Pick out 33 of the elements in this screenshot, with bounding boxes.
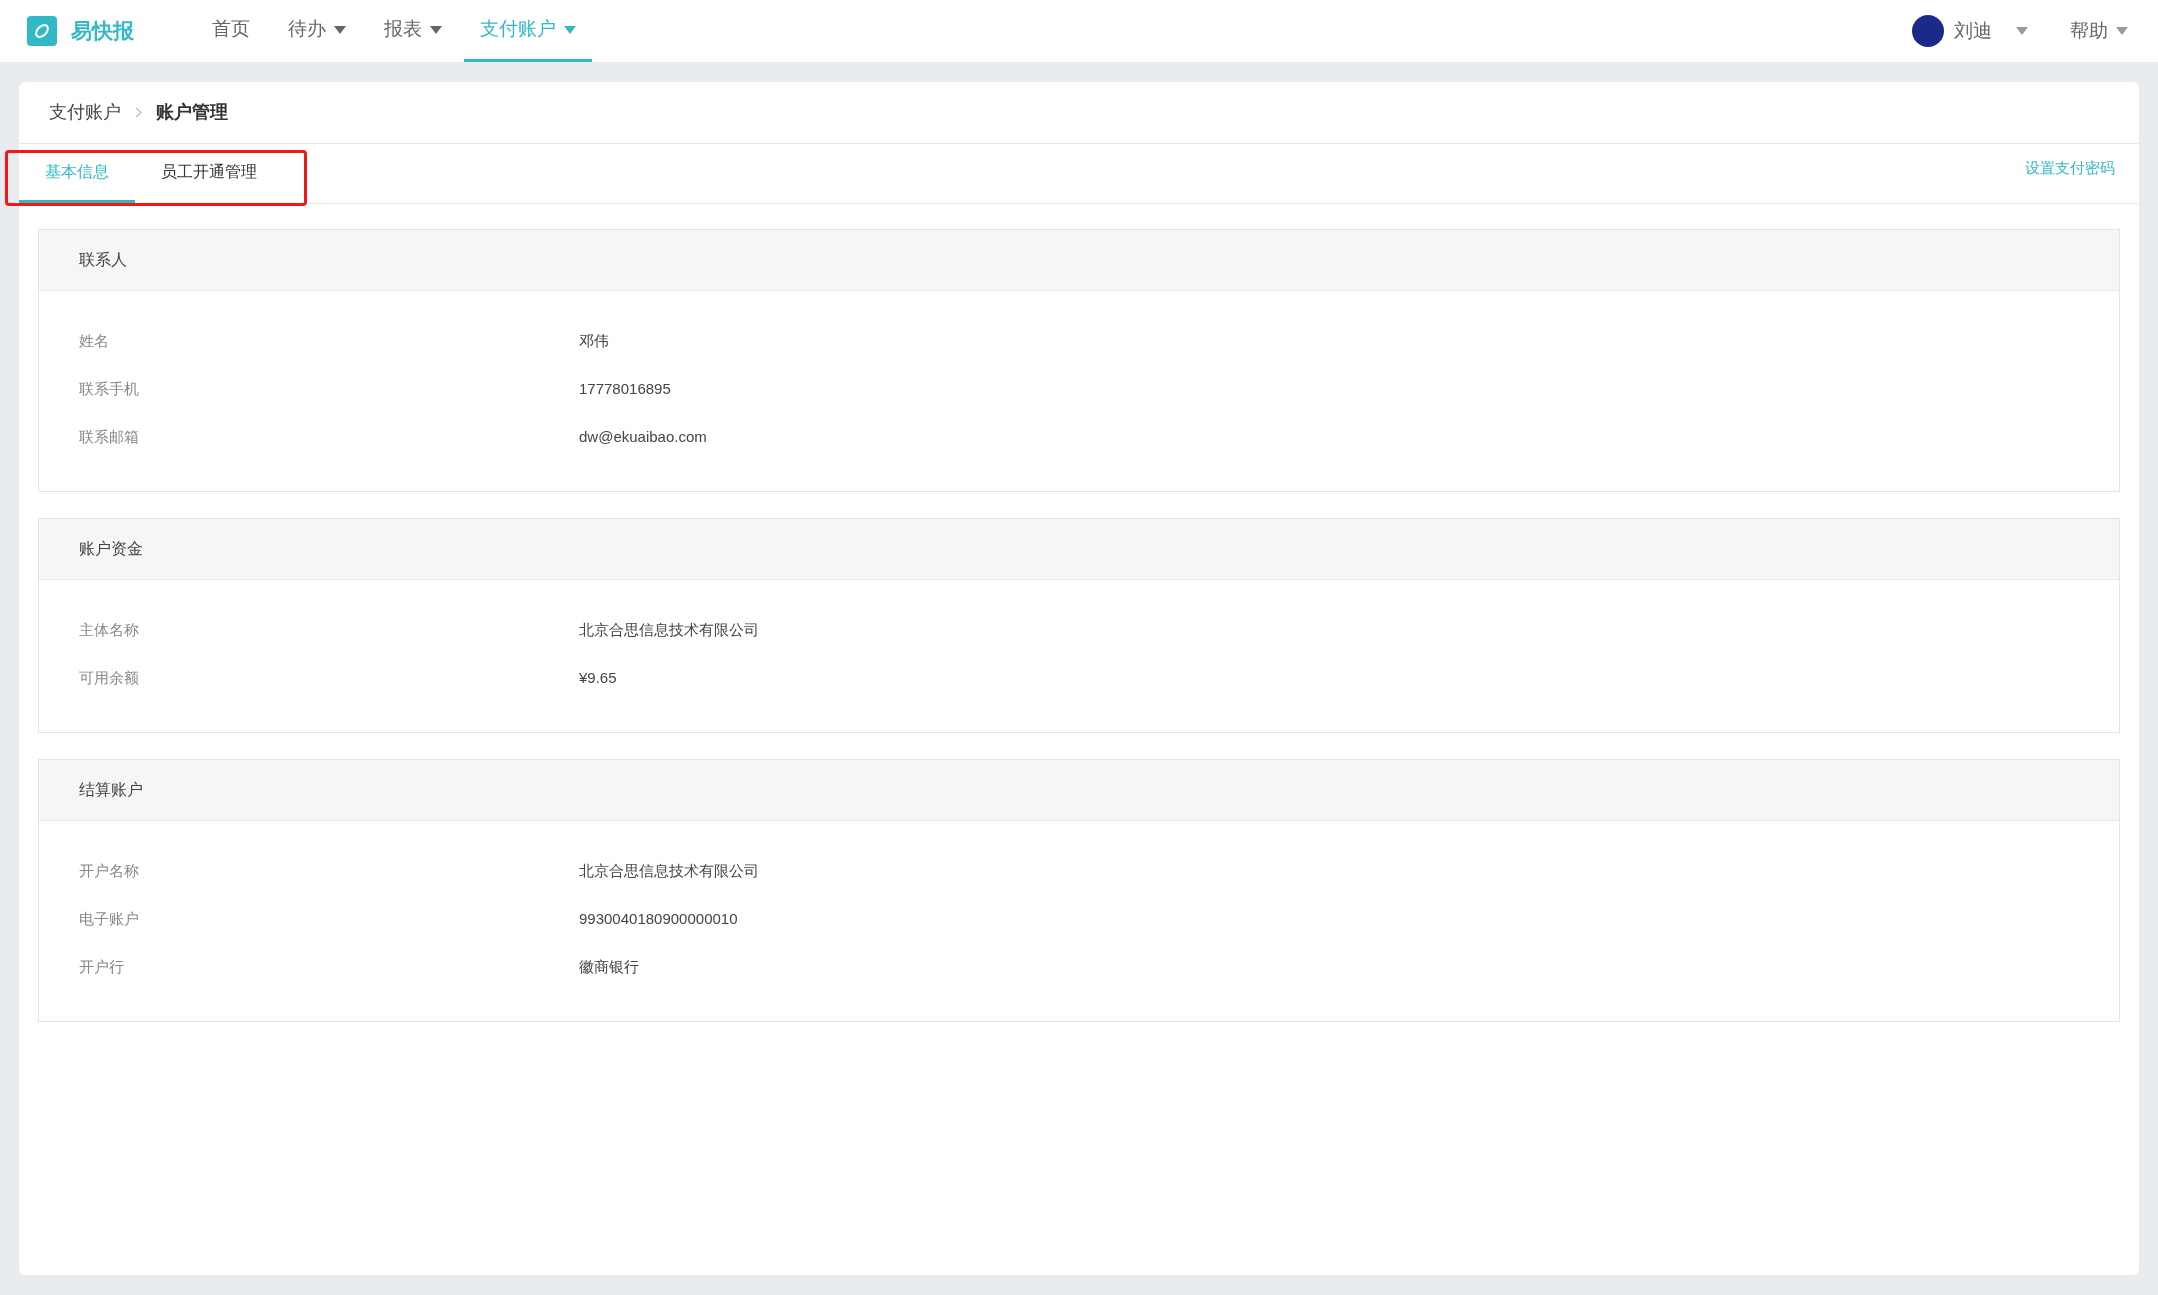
tab[interactable]: 员工开通管理	[135, 144, 283, 203]
field-value: 北京合思信息技术有限公司	[579, 860, 759, 881]
logo-icon	[27, 16, 57, 46]
user-menu[interactable]: 刘迪	[1954, 16, 2028, 46]
help-menu[interactable]: 帮助	[2070, 16, 2128, 46]
field-label: 可用余额	[78, 667, 140, 688]
field-label: 姓名	[78, 330, 110, 351]
field-label: 开户行	[78, 956, 125, 977]
field-value: 邓伟	[579, 330, 609, 351]
field-label: 开户名称	[78, 860, 140, 881]
field-value: 17778016895	[579, 378, 671, 399]
nav-tab[interactable]: 报表	[368, 0, 458, 62]
caret-icon	[2116, 27, 2128, 35]
field-value: 9930040180900000010	[579, 908, 738, 929]
breadcrumb-link[interactable]: 支付账户	[49, 99, 121, 126]
field-label: 联系手机	[78, 378, 140, 399]
field-value: dw@ekuaibao.com	[579, 426, 707, 447]
field-value: ¥9.65	[579, 667, 617, 688]
field-label: 联系邮箱	[78, 426, 140, 447]
section-title: 联系人	[79, 250, 127, 270]
nav-tab[interactable]: 首页	[196, 0, 266, 62]
logo-text: 易快报	[71, 18, 134, 45]
section-title: 账户资金	[79, 539, 143, 559]
avatar[interactable]	[1912, 15, 1944, 47]
field-value: 北京合思信息技术有限公司	[579, 619, 759, 640]
field-value: 徽商银行	[579, 956, 639, 977]
caret-icon	[2016, 27, 2028, 35]
breadcrumb-current: 账户管理	[156, 101, 228, 124]
chevron-right-icon	[135, 107, 142, 118]
field-label: 主体名称	[78, 619, 140, 640]
field-label: 电子账户	[78, 908, 140, 929]
section-title: 结算账户	[79, 780, 143, 800]
nav-tab[interactable]: 待办	[272, 0, 362, 62]
